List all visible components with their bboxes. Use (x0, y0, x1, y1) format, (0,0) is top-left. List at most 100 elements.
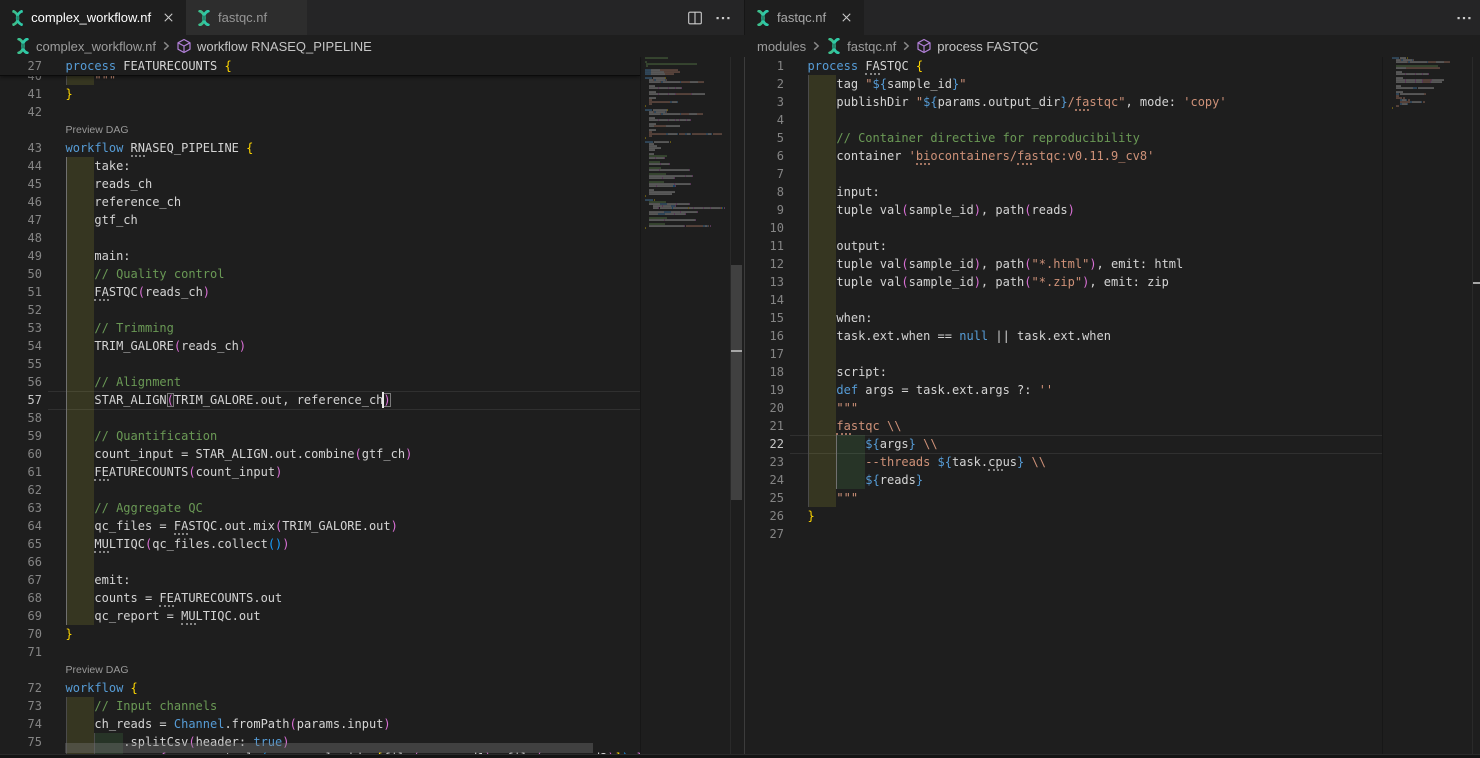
line-number[interactable]: 71 (0, 643, 42, 661)
code-line[interactable]: 54 TRIM_GALORE(reads_ch) (0, 337, 744, 355)
code-line[interactable]: 2 tag "${sample_id}" (742, 75, 1480, 93)
line-number[interactable]: 61 (0, 463, 42, 481)
line-number[interactable]: 59 (0, 427, 42, 445)
code-line[interactable]: 11 output: (742, 237, 1480, 255)
line-number[interactable]: 68 (0, 589, 42, 607)
code-line[interactable]: 12 tuple val(sample_id), path("*.html"),… (742, 255, 1480, 273)
code-line[interactable]: 14 (742, 291, 1480, 309)
horizontal-scrollbar-slider[interactable] (65, 743, 593, 753)
line-number[interactable]: 48 (0, 229, 42, 247)
line-number[interactable]: 54 (0, 337, 42, 355)
breadcrumb-item[interactable]: complex_workflow.nf (15, 38, 156, 54)
line-number[interactable]: 74 (0, 715, 42, 733)
code-line[interactable]: 21 fastqc \\ (742, 417, 1480, 435)
code-line[interactable]: 5 // Container directive for reproducibi… (742, 129, 1480, 147)
line-number[interactable]: 2 (742, 75, 784, 93)
line-number[interactable]: 17 (742, 345, 784, 363)
code-line[interactable]: 26} (742, 507, 1480, 525)
line-number[interactable]: 3 (742, 93, 784, 111)
line-number[interactable]: 15 (742, 309, 784, 327)
code-line[interactable]: 60 count_input = STAR_ALIGN.out.combine(… (0, 445, 744, 463)
line-number[interactable]: 26 (742, 507, 784, 525)
editor-tab[interactable]: fastqc.nf (745, 0, 864, 35)
code-line[interactable]: 56 // Alignment (0, 373, 744, 391)
line-number[interactable]: 53 (0, 319, 42, 337)
line-number[interactable]: 10 (742, 219, 784, 237)
code-line[interactable]: 23 --threads ${task.cpus} \\ (742, 453, 1480, 471)
tab-close-button[interactable] (159, 8, 178, 28)
code-line[interactable]: 17 (742, 345, 1480, 363)
line-number[interactable]: 22 (742, 435, 784, 453)
code-line[interactable]: 16 task.ext.when == null || task.ext.whe… (742, 327, 1480, 345)
code-line[interactable]: 67 emit: (0, 571, 744, 589)
code-line[interactable]: 48 (0, 229, 744, 247)
line-number[interactable]: 19 (742, 381, 784, 399)
code-line[interactable]: 53 // Trimming (0, 319, 744, 337)
code-line[interactable]: 70} (0, 625, 744, 643)
codelens-preview-dag[interactable]: Preview DAG (66, 661, 129, 679)
editor-right[interactable]: 1process FASTQC {2 tag "${sample_id}"3 p… (742, 57, 1480, 758)
code-line[interactable]: 10 (742, 219, 1480, 237)
code-line[interactable]: 19 def args = task.ext.args ?: '' (742, 381, 1480, 399)
line-number[interactable]: 58 (0, 409, 42, 427)
more-actions-button[interactable] (712, 7, 734, 29)
editor-group-sash[interactable] (744, 57, 745, 754)
code-line[interactable]: 73 // Input channels (0, 697, 744, 715)
code-line[interactable]: 63 // Aggregate QC (0, 499, 744, 517)
line-number[interactable]: 6 (742, 147, 784, 165)
code-line[interactable]: 20 """ (742, 399, 1480, 417)
line-number[interactable]: 50 (0, 265, 42, 283)
sticky-scroll-line[interactable]: 27process FEATURECOUNTS { (0, 57, 640, 76)
code-line[interactable]: 25 """ (742, 489, 1480, 507)
breadcrumb-item[interactable]: fastqc.nf (826, 38, 896, 54)
editor-tab[interactable]: complex_workflow.nf (0, 0, 186, 35)
line-number[interactable]: 47 (0, 211, 42, 229)
line-number[interactable]: 23 (742, 453, 784, 471)
line-number[interactable]: 11 (742, 237, 784, 255)
code-line[interactable]: 50 // Quality control (0, 265, 744, 283)
code-line[interactable]: 4 (742, 111, 1480, 129)
minimap[interactable] (641, 57, 730, 758)
line-number[interactable]: 62 (0, 481, 42, 499)
breadcrumb-item[interactable]: process FASTQC (916, 38, 1038, 54)
line-number[interactable]: 60 (0, 445, 42, 463)
split-editor-button[interactable] (684, 7, 706, 29)
line-number[interactable]: 21 (742, 417, 784, 435)
code-line[interactable]: 45 reads_ch (0, 175, 744, 193)
line-number[interactable]: 42 (0, 103, 42, 121)
line-number[interactable]: 7 (742, 165, 784, 183)
code-line[interactable]: 52 (0, 301, 744, 319)
code-line[interactable]: 13 tuple val(sample_id), path("*.zip"), … (742, 273, 1480, 291)
code-line[interactable]: 64 qc_files = FASTQC.out.mix(TRIM_GALORE… (0, 517, 744, 535)
code-line[interactable]: 57 STAR_ALIGN(TRIM_GALORE.out, reference… (0, 391, 744, 409)
code-line[interactable]: 46 reference_ch (0, 193, 744, 211)
codelens-preview-dag[interactable]: Preview DAG (66, 121, 129, 139)
line-number[interactable]: 52 (0, 301, 42, 319)
line-number[interactable]: 13 (742, 273, 784, 291)
code-line[interactable]: 62 (0, 481, 744, 499)
line-number[interactable]: 51 (0, 283, 42, 301)
code-line[interactable]: 22 ${args} \\ (742, 435, 1480, 453)
code-line[interactable]: 42 (0, 103, 744, 121)
code-line[interactable]: 71 (0, 643, 744, 661)
line-number[interactable]: 27 (742, 525, 784, 543)
editor-left[interactable]: 40 """41}42Preview DAG43workflow RNASEQ_… (0, 57, 744, 758)
breadcrumb-item[interactable]: modules (757, 39, 806, 54)
code-line[interactable]: 27 (742, 525, 1480, 543)
line-number[interactable]: 16 (742, 327, 784, 345)
code-line[interactable]: 15 when: (742, 309, 1480, 327)
code-line[interactable]: 55 (0, 355, 744, 373)
vertical-scrollbar[interactable] (1473, 57, 1480, 758)
line-number[interactable]: 1 (742, 57, 784, 75)
line-number[interactable]: 43 (0, 139, 42, 157)
line-number[interactable]: 65 (0, 535, 42, 553)
more-actions-button[interactable] (1453, 7, 1475, 29)
line-number[interactable]: 67 (0, 571, 42, 589)
line-number[interactable]: 55 (0, 355, 42, 373)
code-line[interactable]: 43workflow RNASEQ_PIPELINE { (0, 139, 744, 157)
tab-close-button[interactable] (836, 8, 856, 28)
line-number[interactable]: 20 (742, 399, 784, 417)
code-line[interactable]: 24 ${reads} (742, 471, 1480, 489)
code-line[interactable]: 49 main: (0, 247, 744, 265)
line-number[interactable]: 5 (742, 129, 784, 147)
